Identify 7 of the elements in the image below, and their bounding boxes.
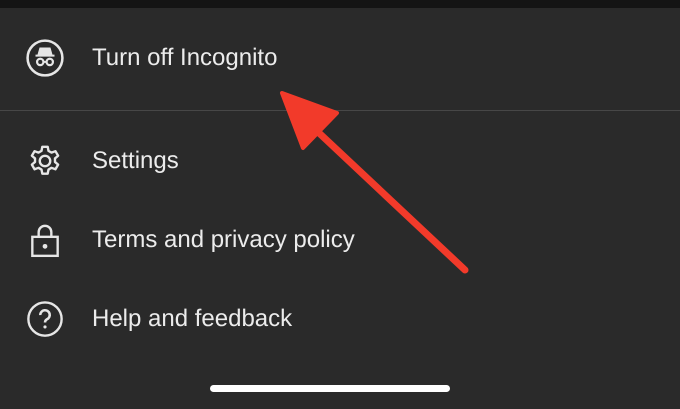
menu-item[interactable]: Turn off Incognito (0, 18, 680, 98)
menu-item[interactable]: Settings (0, 121, 680, 200)
incognito-icon (26, 39, 64, 77)
menu-item[interactable]: Terms and privacy policy (0, 200, 680, 279)
home-indicator[interactable] (210, 385, 450, 392)
help-icon (26, 300, 64, 338)
menu-item[interactable]: Help and feedback (0, 279, 680, 358)
